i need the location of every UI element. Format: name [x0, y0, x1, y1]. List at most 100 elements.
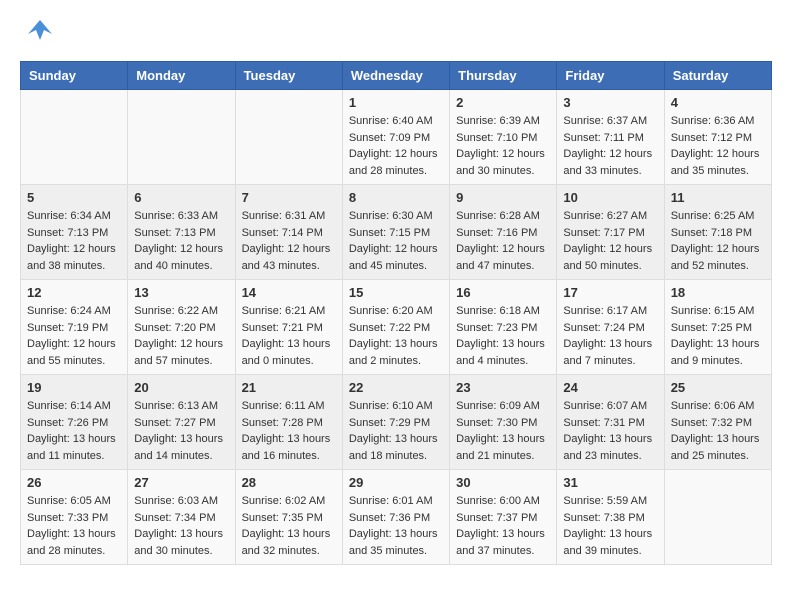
- day-info-line: Daylight: 13 hours: [27, 528, 116, 540]
- day-info-line: and 9 minutes.: [671, 355, 743, 367]
- day-number: 8: [349, 190, 443, 205]
- day-info-line: and 35 minutes.: [671, 165, 749, 177]
- day-info-line: Sunrise: 6:28 AM: [456, 210, 540, 222]
- day-info-line: Daylight: 13 hours: [242, 528, 331, 540]
- day-info-line: Sunset: 7:13 PM: [27, 227, 108, 239]
- day-number: 29: [349, 475, 443, 490]
- day-number: 28: [242, 475, 336, 490]
- day-info-line: Sunset: 7:17 PM: [563, 227, 644, 239]
- day-info-line: and 38 minutes.: [27, 260, 105, 272]
- day-info-line: and 7 minutes.: [563, 355, 635, 367]
- day-info-line: Sunrise: 6:33 AM: [134, 210, 218, 222]
- day-info-line: and 45 minutes.: [349, 260, 427, 272]
- day-info-line: Sunrise: 6:00 AM: [456, 495, 540, 507]
- calendar-day-25: 25Sunrise: 6:06 AMSunset: 7:32 PMDayligh…: [664, 375, 771, 470]
- day-info: Sunrise: 6:14 AM Sunset: 7:26 PM Daylight:…: [27, 398, 121, 464]
- day-info-line: Sunset: 7:26 PM: [27, 417, 108, 429]
- day-info: Sunrise: 6:39 AM Sunset: 7:10 PM Daylight:…: [456, 113, 550, 179]
- day-info-line: Daylight: 13 hours: [242, 338, 331, 350]
- page-header: [20, 20, 772, 51]
- calendar-day-7: 7Sunrise: 6:31 AMSunset: 7:14 PMDaylight…: [235, 185, 342, 280]
- day-info-line: Daylight: 12 hours: [456, 148, 545, 160]
- day-info-line: Sunrise: 6:06 AM: [671, 400, 755, 412]
- day-info-line: Sunset: 7:22 PM: [349, 322, 430, 334]
- weekday-header-thursday: Thursday: [450, 62, 557, 90]
- day-info-line: Sunset: 7:10 PM: [456, 132, 537, 144]
- day-info-line: Daylight: 12 hours: [134, 338, 223, 350]
- day-info-line: Daylight: 12 hours: [563, 148, 652, 160]
- day-info-line: and 28 minutes.: [27, 545, 105, 557]
- empty-day-cell: [128, 90, 235, 185]
- day-info-line: and 33 minutes.: [563, 165, 641, 177]
- day-info-line: Sunset: 7:28 PM: [242, 417, 323, 429]
- day-info-line: Sunset: 7:24 PM: [563, 322, 644, 334]
- weekday-header-tuesday: Tuesday: [235, 62, 342, 90]
- calendar-day-15: 15 Sunrise: 6:20 AMSunset: 7:22 PMDayligh…: [342, 280, 449, 375]
- day-info: Sunrise: 5:59 AMSunset: 7:38 PMDaylight:…: [563, 493, 657, 559]
- day-info-line: Sunset: 7:15 PM: [349, 227, 430, 239]
- calendar-day-11: 11Sunrise: 6:25 AMSunset: 7:18 PMDayligh…: [664, 185, 771, 280]
- day-info-line: Sunset: 7:11 PM: [563, 132, 644, 144]
- day-info-line: and 2 minutes.: [349, 355, 421, 367]
- day-info: Sunrise: 6:22 AMSunset: 7:20 PMDaylight:…: [134, 303, 228, 369]
- day-info-line: Sunset: 7:36 PM: [349, 512, 430, 524]
- day-info: Sunrise: 6:02 AMSunset: 7:35 PMDaylight:…: [242, 493, 336, 559]
- day-info-line: Daylight: 12 hours: [134, 243, 223, 255]
- day-info: Sunrise: 6:11 AMSunset: 7:28 PMDaylight:…: [242, 398, 336, 464]
- calendar-day-6: 6Sunrise: 6:33 AMSunset: 7:13 PMDaylight…: [128, 185, 235, 280]
- day-info-line: Sunrise: 6:14 AM: [27, 400, 111, 412]
- day-info-line: Sunrise: 6:30 AM: [349, 210, 433, 222]
- day-info-line: and 39 minutes.: [563, 545, 641, 557]
- calendar-day-31: 31Sunrise: 5:59 AMSunset: 7:38 PMDayligh…: [557, 470, 664, 565]
- day-info-line: Sunset: 7:20 PM: [134, 322, 215, 334]
- day-info-line: Sunrise: 6:39 AM: [456, 115, 540, 127]
- day-info: Sunrise: 6:25 AMSunset: 7:18 PMDaylight:…: [671, 208, 765, 274]
- day-number: 15: [349, 285, 443, 300]
- calendar-day-10: 10Sunrise: 6:27 AMSunset: 7:17 PMDayligh…: [557, 185, 664, 280]
- calendar-day-9: 9Sunrise: 6:28 AMSunset: 7:16 PMDaylight…: [450, 185, 557, 280]
- weekday-header-monday: Monday: [128, 62, 235, 90]
- day-info-line: and 50 minutes.: [563, 260, 641, 272]
- day-info-line: Sunset: 7:31 PM: [563, 417, 644, 429]
- day-info-line: Sunset: 7:37 PM: [456, 512, 537, 524]
- day-info-line: and 52 minutes.: [671, 260, 749, 272]
- empty-day-cell: [21, 90, 128, 185]
- calendar-day-8: 8 Sunrise: 6:30 AM Sunset: 7:15 PM Daylight…: [342, 185, 449, 280]
- day-info-line: Sunset: 7:13 PM: [134, 227, 215, 239]
- day-info-line: Daylight: 12 hours: [27, 243, 116, 255]
- day-info-line: Sunrise: 6:10 AM: [349, 400, 433, 412]
- day-info-line: and 28 minutes.: [349, 165, 427, 177]
- day-number: 23: [456, 380, 550, 395]
- day-info-line: Sunset: 7:14 PM: [242, 227, 323, 239]
- calendar-week-row: 19 Sunrise: 6:14 AM Sunset: 7:26 PM Dayligh…: [21, 375, 772, 470]
- calendar-day-28: 28 Sunrise: 6:02 AMSunset: 7:35 PMDayligh…: [235, 470, 342, 565]
- calendar-day-22: 22Sunrise: 6:10 AMSunset: 7:29 PMDayligh…: [342, 375, 449, 470]
- weekday-header-friday: Friday: [557, 62, 664, 90]
- calendar-day-20: 20Sunrise: 6:13 AMSunset: 7:27 PMDayligh…: [128, 375, 235, 470]
- day-info-line: Daylight: 13 hours: [456, 433, 545, 445]
- day-info: Sunrise: 6:40 AMSunset: 7:09 PMDaylight:…: [349, 113, 443, 179]
- day-info-line: Sunrise: 6:09 AM: [456, 400, 540, 412]
- day-number: 19: [27, 380, 121, 395]
- day-info-line: Sunrise: 6:36 AM: [671, 115, 755, 127]
- day-info-line: Daylight: 13 hours: [27, 433, 116, 445]
- day-info: Sunrise: 6:10 AMSunset: 7:29 PMDaylight:…: [349, 398, 443, 464]
- day-info-line: Daylight: 13 hours: [563, 338, 652, 350]
- day-info-line: Daylight: 13 hours: [349, 338, 438, 350]
- day-info-line: Sunset: 7:27 PM: [134, 417, 215, 429]
- day-info-line: Sunset: 7:33 PM: [27, 512, 108, 524]
- day-info-line: and 30 minutes.: [456, 165, 534, 177]
- day-info-line: and 30 minutes.: [134, 545, 212, 557]
- calendar-day-16: 16Sunrise: 6:18 AMSunset: 7:23 PMDayligh…: [450, 280, 557, 375]
- day-info-line: Sunrise: 6:25 AM: [671, 210, 755, 222]
- day-number: 3: [563, 95, 657, 110]
- day-number: 18: [671, 285, 765, 300]
- day-info-line: Daylight: 13 hours: [134, 528, 223, 540]
- day-info: Sunrise: 6:07 AMSunset: 7:31 PMDaylight:…: [563, 398, 657, 464]
- day-info-line: Sunrise: 5:59 AM: [563, 495, 647, 507]
- day-info: Sunrise: 6:06 AMSunset: 7:32 PMDaylight:…: [671, 398, 765, 464]
- day-number: 12: [27, 285, 121, 300]
- day-info: Sunrise: 6:36 AMSunset: 7:12 PMDaylight:…: [671, 113, 765, 179]
- day-info-line: Daylight: 12 hours: [349, 243, 438, 255]
- day-info: Sunrise: 6:20 AMSunset: 7:22 PMDaylight:…: [349, 303, 443, 369]
